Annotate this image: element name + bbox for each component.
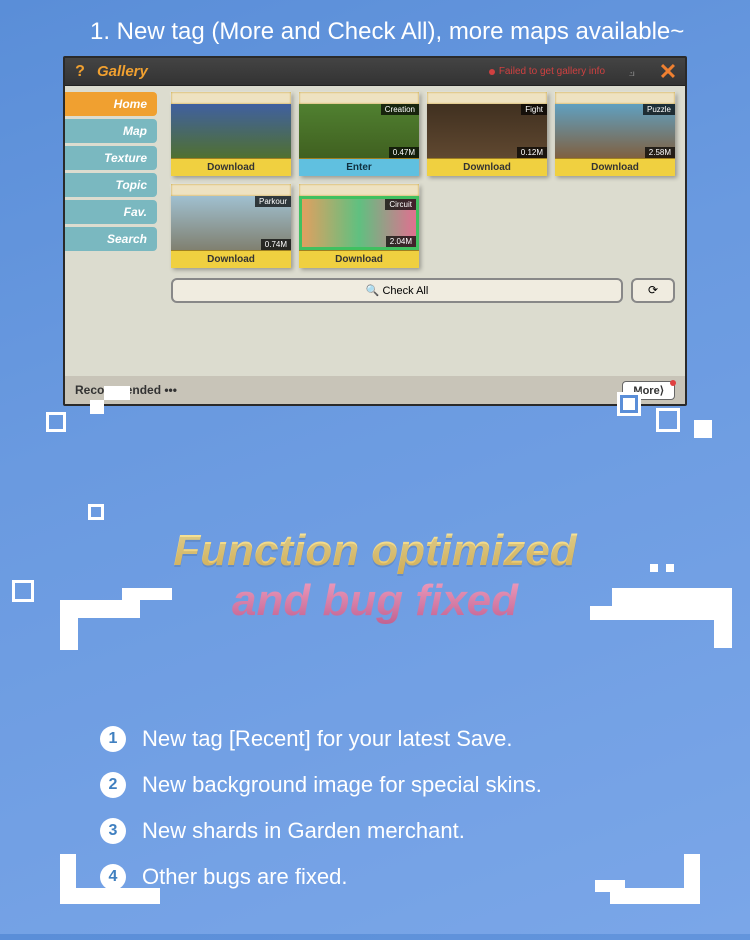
pixel-decoration (12, 580, 34, 602)
card-size: 0.12M (517, 147, 547, 158)
sidebar-item-topic[interactable]: Topic (65, 173, 157, 197)
pixel-decoration (46, 412, 66, 432)
bracket-decoration (60, 854, 76, 904)
titlebar: ? Gallery Failed to get gallery info ⟓ ✕ (65, 58, 685, 86)
card-title-blur (171, 92, 291, 104)
caption-text: 1. New tag (More and Check All), more ma… (0, 0, 750, 56)
bullet-text: New shards in Garden merchant. (142, 818, 465, 844)
changelog-item: 1 New tag [Recent] for your latest Save. (100, 716, 650, 762)
bullet-number: 4 (100, 864, 126, 890)
card-action-button[interactable]: Download (171, 250, 291, 268)
card-thumbnail: Puzzle 2.58M (555, 104, 675, 158)
sidebar: Home Map Texture Topic Fav. Search (65, 86, 161, 376)
pixel-decoration (90, 400, 104, 414)
card-grid: DownloadCreation0.47MEnterFight0.12MDown… (171, 92, 675, 268)
pixel-decoration (656, 408, 680, 432)
card-title-blur (555, 92, 675, 104)
changelog-item: 4 Other bugs are fixed. (100, 854, 650, 900)
bracket-decoration (122, 588, 172, 600)
card-title-blur (299, 184, 419, 196)
card-action-button[interactable]: Download (427, 158, 547, 176)
bracket-decoration (590, 606, 630, 620)
card-thumbnail: Parkour 0.74M (171, 196, 291, 250)
card-title-blur (299, 92, 419, 104)
sidebar-item-texture[interactable]: Texture (65, 146, 157, 170)
pixel-decoration (88, 504, 104, 520)
card-thumbnail: Circuit 2.04M (299, 196, 419, 250)
pixel-decoration (104, 386, 130, 400)
card-size: 2.04M (386, 236, 416, 247)
sidebar-item-search[interactable]: Search (65, 227, 157, 251)
changelog-list: 1 New tag [Recent] for your latest Save. 2… (100, 716, 650, 900)
card-title-blur (171, 184, 291, 196)
rss-icon[interactable]: ⟓ (628, 63, 635, 80)
card-thumbnail (171, 104, 291, 158)
card-action-button[interactable]: Enter (299, 158, 419, 176)
pixel-decoration (620, 395, 638, 413)
card-title-blur (427, 92, 547, 104)
card-thumbnail: Fight 0.12M (427, 104, 547, 158)
bracket-decoration (684, 854, 700, 904)
card-action-button[interactable]: Download (299, 250, 419, 268)
card-size: 0.74M (261, 239, 291, 250)
card-action-button[interactable]: Download (171, 158, 291, 176)
card-thumbnail: Creation 0.47M (299, 104, 419, 158)
card-tag: Creation (381, 104, 419, 115)
card-size: 2.58M (645, 147, 675, 158)
sidebar-item-fav[interactable]: Fav. (65, 200, 157, 224)
card-tag: Circuit (385, 199, 416, 210)
gallery-window: ? Gallery Failed to get gallery info ⟓ ✕… (63, 56, 687, 406)
status-text: Failed to get gallery info (489, 66, 605, 77)
bullet-text: New background image for special skins. (142, 772, 542, 798)
card-action-button[interactable]: Download (555, 158, 675, 176)
heading-line1: Function optimized (0, 526, 750, 576)
check-all-button[interactable]: 🔍 Check All (171, 278, 623, 303)
pixel-decoration (650, 564, 658, 572)
pixel-decoration (666, 564, 674, 572)
bullet-number: 1 (100, 726, 126, 752)
map-card: Puzzle 2.58MDownload (555, 92, 675, 176)
map-card: Parkour 0.74MDownload (171, 184, 291, 268)
bracket-decoration (60, 600, 78, 650)
bracket-decoration (714, 588, 732, 648)
changelog-item: 3 New shards in Garden merchant. (100, 808, 650, 854)
bullet-text: Other bugs are fixed. (142, 864, 347, 890)
changelog-item: 2 New background image for special skins. (100, 762, 650, 808)
close-icon[interactable]: ✕ (657, 61, 679, 83)
bullet-number: 3 (100, 818, 126, 844)
refresh-button[interactable]: ⟳ (631, 278, 675, 303)
recommended-bar: Recommended ••• More⟩ (65, 376, 685, 404)
pixel-decoration (694, 420, 712, 438)
help-icon[interactable]: ? (71, 63, 89, 81)
bullet-text: New tag [Recent] for your latest Save. (142, 726, 513, 752)
card-tag: Puzzle (643, 104, 675, 115)
map-card: Fight 0.12MDownload (427, 92, 547, 176)
bullet-number: 2 (100, 772, 126, 798)
sidebar-item-map[interactable]: Map (65, 119, 157, 143)
window-title: Gallery (97, 63, 148, 80)
bracket-decoration (595, 880, 625, 892)
card-size: 0.47M (389, 147, 419, 158)
card-tag: Parkour (255, 196, 291, 207)
card-tag: Fight (521, 104, 547, 115)
sidebar-item-home[interactable]: Home (65, 92, 157, 116)
map-card: Download (171, 92, 291, 176)
map-card: Circuit 2.04M Download (299, 184, 419, 268)
map-card: Creation 0.47MEnter (299, 92, 419, 176)
